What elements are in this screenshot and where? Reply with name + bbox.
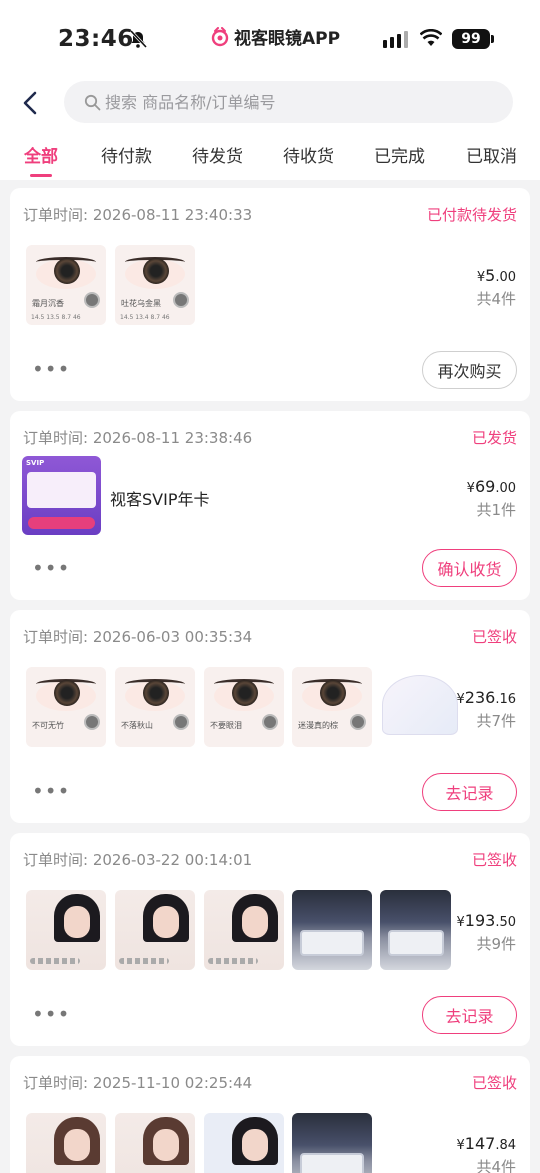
order-card[interactable]: 订单时间: 2025-11-10 02:25:44 已签收 ¥147.84 共4… — [10, 1056, 530, 1173]
order-time: 订单时间: 2026-03-22 00:14:01 — [23, 851, 253, 869]
header: 23:46 视客眼镜APP 99 搜索 商品名称/订单编号 全部 待付款 待发货… — [0, 0, 540, 180]
item-count: 共4件 — [476, 290, 516, 308]
order-card[interactable]: 订单时间: 2026-06-03 00:35:34 已签收 不可无竹 不落秋山 … — [10, 610, 530, 823]
more-options-icon[interactable]: ••• — [32, 359, 70, 379]
tab-pending-shipment[interactable]: 待发货 — [192, 142, 243, 167]
item-count: 共7件 — [476, 712, 516, 730]
product-label: 不要眼泪 — [210, 721, 242, 730]
tab-completed[interactable]: 已完成 — [374, 142, 425, 167]
app-title: 视客眼镜APP — [210, 24, 340, 49]
mute-bell-icon — [129, 29, 148, 49]
search-icon — [84, 94, 101, 110]
product-name: 视客SVIP年卡 — [110, 490, 210, 509]
order-time: 订单时间: 2026-06-03 00:35:34 — [23, 628, 253, 646]
battery-indicator: 99 — [452, 29, 494, 49]
svip-card-thumbnail[interactable]: SVIP — [22, 456, 101, 535]
more-options-icon[interactable]: ••• — [32, 558, 70, 578]
search-input[interactable] — [105, 92, 485, 112]
more-options-icon[interactable]: ••• — [32, 781, 70, 801]
tab-cancelled[interactable]: 已取消 — [466, 142, 517, 167]
record-button[interactable]: 去记录 — [422, 996, 517, 1034]
order-price: ¥69.00 — [466, 477, 516, 496]
order-time: 订单时间: 2026-08-11 23:38:46 — [23, 429, 253, 447]
product-thumbnail[interactable] — [292, 1113, 372, 1173]
product-thumbnail[interactable]: 不可无竹 — [26, 667, 106, 747]
tab-all[interactable]: 全部 — [24, 142, 58, 167]
status-bar: 23:46 视客眼镜APP 99 — [0, 0, 540, 72]
item-count: 共1件 — [476, 501, 516, 519]
order-card[interactable]: 订单时间: 2026-08-11 23:38:46 已发货 SVIP 视客SVI… — [10, 411, 530, 600]
item-count: 共4件 — [476, 1158, 516, 1173]
app-title-text: 视客眼镜APP — [234, 29, 341, 49]
product-label: 霜月沉香 — [32, 299, 64, 308]
order-card[interactable]: 订单时间: 2026-03-22 00:14:01 已签收 ¥193.50 共9… — [10, 833, 530, 1046]
record-button[interactable]: 去记录 — [422, 773, 517, 811]
back-arrow-icon[interactable] — [20, 90, 42, 116]
product-thumbnail[interactable] — [26, 1113, 106, 1173]
product-thumbnail[interactable] — [380, 890, 451, 970]
order-status: 已发货 — [471, 429, 517, 447]
more-options-icon[interactable]: ••• — [32, 1004, 70, 1024]
order-time: 订单时间: 2025-11-10 02:25:44 — [23, 1074, 253, 1092]
search-bar[interactable] — [64, 81, 513, 123]
fan-gift-image — [382, 675, 458, 735]
product-label: 迷漫真的棕 — [298, 721, 338, 730]
product-thumbnail[interactable] — [380, 667, 460, 747]
product-thumbnail[interactable] — [204, 890, 284, 970]
order-status: 已付款待发货 — [426, 206, 517, 224]
order-price: ¥5.00 — [476, 266, 516, 285]
order-price: ¥236.16 — [456, 688, 516, 707]
order-price: ¥193.50 — [456, 911, 516, 930]
signal-icon — [383, 30, 408, 48]
tab-pending-payment[interactable]: 待付款 — [101, 142, 152, 167]
order-status: 已签收 — [471, 1074, 517, 1092]
tab-pending-receipt[interactable]: 待收货 — [283, 142, 334, 167]
product-thumbnail[interactable] — [292, 890, 372, 970]
order-status: 已签收 — [471, 851, 517, 869]
wifi-icon — [420, 29, 442, 46]
active-tab-indicator — [30, 174, 52, 177]
product-thumbnail[interactable]: 不要眼泪 — [204, 667, 284, 747]
order-card[interactable]: 订单时间: 2026-08-11 23:40:33 已付款待发货 霜月沉香 14… — [10, 188, 530, 401]
product-label: 不可无竹 — [32, 721, 64, 730]
product-thumbnail[interactable]: 不落秋山 — [115, 667, 195, 747]
product-thumbnail[interactable]: 迷漫真的棕 — [292, 667, 372, 747]
order-time: 订单时间: 2026-08-11 23:40:33 — [23, 206, 253, 224]
svip-tag: SVIP — [26, 459, 45, 467]
product-thumbnail[interactable]: 霜月沉香 14.5 13.5 8.7 46 — [26, 245, 106, 325]
product-thumbnail[interactable]: 吐花乌金黑 14.5 13.4 8.7 46 — [115, 245, 195, 325]
order-status: 已签收 — [471, 628, 517, 646]
app-logo-icon — [211, 26, 229, 46]
confirm-receipt-button[interactable]: 确认收货 — [422, 549, 517, 587]
product-thumbnail[interactable] — [115, 1113, 195, 1173]
rebuy-button[interactable]: 再次购买 — [422, 351, 517, 389]
item-count: 共9件 — [476, 935, 516, 953]
product-thumbnail[interactable] — [115, 890, 195, 970]
product-thumbnail[interactable] — [26, 890, 106, 970]
product-thumbnail[interactable] — [204, 1113, 284, 1173]
product-label: 不落秋山 — [121, 721, 153, 730]
status-time: 23:46 — [58, 26, 134, 52]
product-label: 吐花乌金黑 — [121, 299, 161, 308]
order-tabs: 全部 待付款 待发货 待收货 已完成 已取消 — [0, 138, 540, 178]
order-price: ¥147.84 — [456, 1134, 516, 1153]
